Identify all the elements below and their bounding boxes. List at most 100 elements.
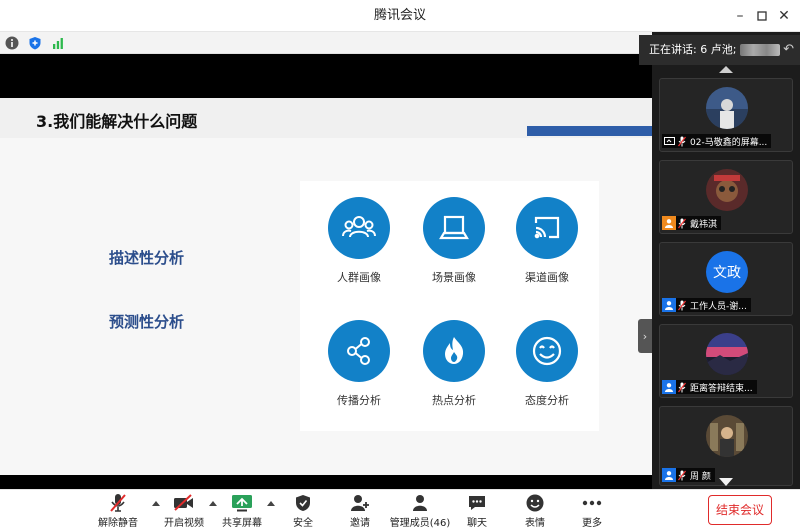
feature-attitude: 态度分析 — [502, 320, 592, 408]
mic-muted-icon — [676, 134, 688, 148]
scroll-down-icon[interactable] — [719, 478, 733, 486]
status-bar — [0, 32, 652, 54]
participant-nameplate: 工作人员-谢... — [662, 298, 751, 312]
start-video-label: 开启视频 — [164, 518, 204, 529]
predictive-analysis-label: 预测性分析 — [109, 313, 185, 331]
shield-icon — [274, 493, 332, 513]
participant-name: 周 颜 — [690, 471, 711, 482]
share-screen-label: 共享屏幕 — [222, 518, 262, 529]
feature-scene: 场景画像 — [409, 197, 499, 285]
feature-label: 场景画像 — [432, 271, 476, 284]
speaking-indicator: 正在讲话: 6 卢池; ↶ — [639, 35, 800, 65]
participant-name: 距离答辩结束... — [690, 383, 753, 394]
title-bar: 腾讯会议 – ✕ — [0, 0, 800, 32]
feature-label: 态度分析 — [525, 394, 569, 407]
user-icon — [662, 468, 676, 482]
participant-nameplate: 周 颜 — [662, 468, 715, 482]
camera-off-icon — [155, 493, 213, 513]
return-icon[interactable]: ↶ — [783, 35, 794, 65]
shared-screen: 3.我们能解决什么问题 描述性分析 预测性分析 人群画像 场景画像 渠道画像 传… — [0, 54, 652, 501]
cast-icon — [516, 197, 578, 259]
more-dots-icon — [563, 493, 621, 513]
chevron-right-icon: › — [642, 329, 648, 343]
smile-icon — [516, 320, 578, 382]
participant-name: 02-马敬鑫的屏幕... — [690, 137, 768, 148]
unmute-label: 解除静音 — [98, 518, 138, 529]
invite-button[interactable]: 邀请 — [331, 493, 389, 529]
window-title: 腾讯会议 — [373, 8, 426, 23]
feature-spread: 传播分析 — [314, 320, 404, 408]
info-icon[interactable] — [5, 36, 19, 50]
participant-nameplate: 戴祎淇 — [662, 216, 722, 230]
avatar-text: 文政 — [713, 265, 741, 281]
security-button[interactable]: 安全 — [274, 493, 332, 529]
avatar — [706, 415, 748, 457]
user-icon — [662, 380, 676, 394]
security-label: 安全 — [293, 518, 313, 529]
sidebar-collapse-handle[interactable]: › — [638, 319, 652, 353]
participant-tile[interactable]: 02-马敬鑫的屏幕... — [659, 78, 793, 152]
manage-members-label: 管理成员(46) — [389, 518, 451, 529]
chat-label: 聊天 — [467, 518, 487, 529]
participant-sidebar: 正在讲话: 6 卢池; ↶ 02-马敬鑫的屏幕... 戴祎淇 文政 工作人员-谢… — [639, 32, 800, 489]
mic-muted-icon — [676, 468, 688, 482]
share-icon — [328, 320, 390, 382]
reactions-button[interactable]: 表情 — [506, 493, 564, 529]
add-user-icon — [331, 493, 389, 513]
shield-icon[interactable] — [28, 36, 42, 50]
flame-icon — [423, 320, 485, 382]
invite-label: 邀请 — [350, 518, 370, 529]
feature-channel: 渠道画像 — [502, 197, 592, 285]
user-icon-orange — [662, 216, 676, 230]
share-screen-button[interactable]: 共享屏幕 — [213, 493, 271, 529]
smile-icon — [506, 493, 564, 513]
manage-members-button[interactable]: 管理成员(46) — [389, 493, 451, 529]
screen-share-icon — [213, 493, 271, 513]
participant-name: 戴祎淇 — [690, 219, 718, 230]
speaking-text: 正在讲话: 6 卢池; — [649, 43, 737, 56]
screen-share-icon — [662, 134, 676, 148]
avatar — [706, 169, 748, 211]
people-icon — [328, 197, 390, 259]
avatar: 文政 — [706, 251, 748, 293]
mic-muted-icon — [676, 298, 688, 312]
avatar — [706, 87, 748, 129]
slide-title: 3.我们能解决什么问题 — [36, 112, 198, 131]
blurred-name — [740, 44, 781, 56]
more-label: 更多 — [582, 518, 602, 529]
descriptive-analysis-label: 描述性分析 — [109, 249, 185, 267]
feature-grid: 人群画像 场景画像 渠道画像 传播分析 热点分析 态度分析 — [300, 181, 599, 431]
participant-nameplate: 距离答辩结束... — [662, 380, 757, 394]
feature-label: 传播分析 — [337, 394, 381, 407]
scroll-up-icon[interactable] — [719, 66, 733, 73]
mic-muted-icon — [676, 380, 688, 394]
members-icon — [389, 493, 451, 513]
chat-icon — [448, 493, 506, 513]
close-icon[interactable]: ✕ — [773, 6, 795, 26]
feature-people: 人群画像 — [314, 197, 404, 285]
laptop-icon — [423, 197, 485, 259]
more-button[interactable]: 更多 — [563, 493, 621, 529]
slide-accent-bar — [527, 126, 652, 136]
signal-icon[interactable] — [51, 36, 65, 50]
minimize-icon[interactable]: – — [729, 6, 751, 26]
participant-tile[interactable]: 距离答辩结束... — [659, 324, 793, 398]
feature-label: 人群画像 — [337, 271, 381, 284]
feature-label: 渠道画像 — [525, 271, 569, 284]
feature-hotspot: 热点分析 — [409, 320, 499, 408]
user-icon — [662, 298, 676, 312]
participant-nameplate: 02-马敬鑫的屏幕... — [662, 134, 772, 148]
participant-tile[interactable]: 周 颜 — [659, 406, 793, 486]
chat-button[interactable]: 聊天 — [448, 493, 506, 529]
presentation-slide: 3.我们能解决什么问题 描述性分析 预测性分析 人群画像 场景画像 渠道画像 传… — [0, 98, 652, 501]
participant-tile[interactable]: 戴祎淇 — [659, 160, 793, 234]
start-video-button[interactable]: 开启视频 — [155, 493, 213, 529]
participant-tile[interactable]: 文政 工作人员-谢... — [659, 242, 793, 316]
mic-muted-icon — [676, 216, 688, 230]
unmute-button[interactable]: 解除静音 — [89, 493, 147, 529]
participant-name: 工作人员-谢... — [690, 301, 747, 312]
end-meeting-button[interactable]: 结束会议 — [708, 495, 772, 525]
maximize-icon[interactable] — [751, 6, 773, 26]
feature-label: 热点分析 — [432, 394, 476, 407]
slide-header: 3.我们能解决什么问题 — [0, 98, 652, 138]
